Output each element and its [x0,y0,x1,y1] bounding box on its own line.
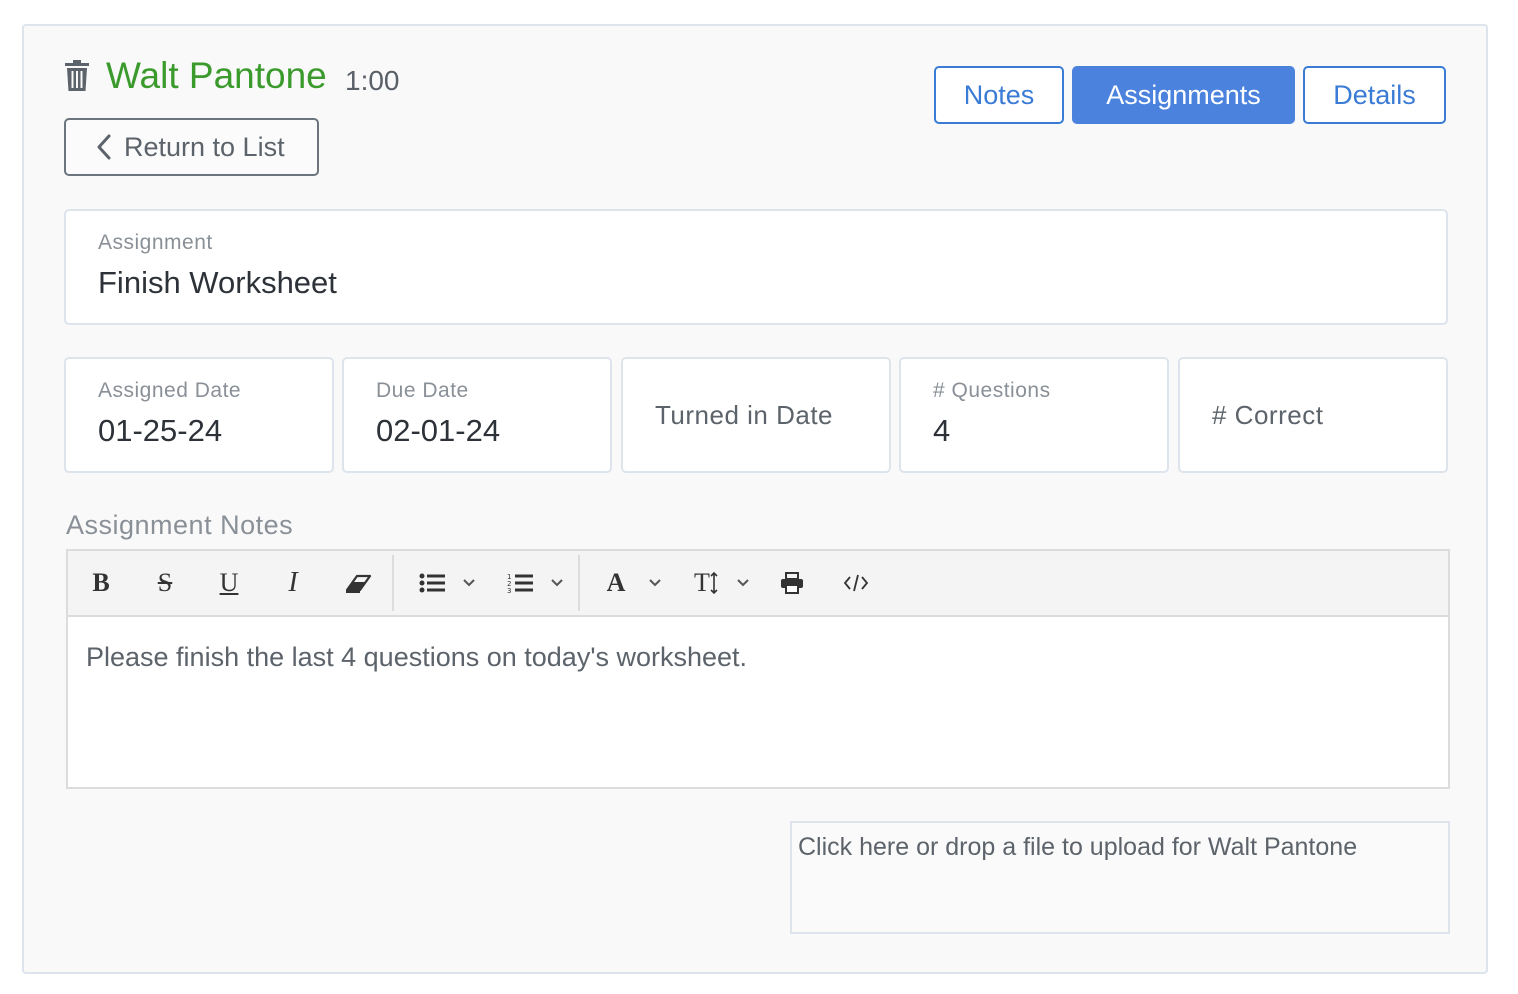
chevron-down-icon [551,579,563,587]
notes-content[interactable]: Please finish the last 4 questions on to… [68,617,1448,697]
strikethrough-button[interactable]: S [146,551,184,615]
eraser-icon [345,574,372,593]
tab-details[interactable]: Details [1303,66,1446,124]
assignment-notes-label: Assignment Notes [66,510,294,540]
upload-prompt: Click here or drop a file to upload for … [798,833,1358,861]
due-date-value: 02-01-24 [376,413,501,448]
assignment-label: Assignment [98,231,213,254]
editor-toolbar: B S U I 1 2 3 A T [68,551,1448,617]
numbered-list-icon: 1 2 3 [507,573,533,594]
font-size-label: T [694,568,710,597]
questions-value: 4 [933,413,951,448]
notes-editor: B S U I 1 2 3 A T Please finish the last… [66,549,1450,789]
correct-label: # Correct [1212,399,1324,430]
italic-button[interactable]: I [274,551,312,615]
assigned-date-field[interactable]: Assigned Date 01-25-24 [64,357,334,473]
trash-icon[interactable] [64,60,90,92]
header: Walt Pantone 1:00 Notes Assignments Deta… [64,48,1446,124]
code-view-button[interactable] [838,551,874,615]
bullet-list-dropdown[interactable] [456,551,482,615]
chevron-down-icon [649,579,661,587]
numbered-list-button[interactable]: 1 2 3 [502,551,538,615]
assigned-date-label: Assigned Date [98,379,242,402]
due-date-field[interactable]: Due Date 02-01-24 [342,357,612,473]
print-button[interactable] [774,551,810,615]
chevron-left-icon [97,134,111,160]
turned-in-date-label: Turned in Date [655,399,834,430]
printer-icon [781,572,803,594]
assignment-value: Finish Worksheet [98,265,337,300]
font-color-button[interactable]: A [598,551,634,615]
bullet-list-icon [419,573,445,593]
eraser-button[interactable] [338,551,378,615]
updown-arrow-icon [710,571,718,595]
bullet-list-button[interactable] [414,551,450,615]
tab-group: Notes Assignments Details [934,66,1446,124]
font-color-dropdown[interactable] [642,551,668,615]
numbered-list-dropdown[interactable] [544,551,570,615]
file-upload-dropzone[interactable]: Click here or drop a file to upload for … [790,821,1450,934]
correct-field[interactable]: # Correct [1178,357,1448,473]
chevron-down-icon [463,579,475,587]
questions-field[interactable]: # Questions 4 [899,357,1169,473]
assigned-date-value: 01-25-24 [98,413,223,448]
turned-in-date-field[interactable]: Turned in Date [621,357,891,473]
tab-assignments[interactable]: Assignments [1072,66,1295,124]
underline-button[interactable]: U [210,551,248,615]
due-date-label: Due Date [376,379,469,402]
assignment-panel: Walt Pantone 1:00 Notes Assignments Deta… [22,24,1488,974]
font-size-button[interactable]: T [686,551,726,615]
return-to-list-button[interactable]: Return to List [64,118,319,176]
bold-button[interactable]: B [82,551,120,615]
chevron-down-icon [737,579,749,587]
assignment-field[interactable]: Assignment Finish Worksheet [64,209,1448,325]
tab-notes[interactable]: Notes [934,66,1064,124]
code-icon [843,574,869,592]
session-duration: 1:00 [345,65,400,96]
font-size-dropdown[interactable] [730,551,756,615]
questions-label: # Questions [933,379,1051,402]
svg-text:3: 3 [507,587,511,594]
student-name: Walt Pantone [106,55,327,96]
return-to-list-label: Return to List [124,131,285,162]
